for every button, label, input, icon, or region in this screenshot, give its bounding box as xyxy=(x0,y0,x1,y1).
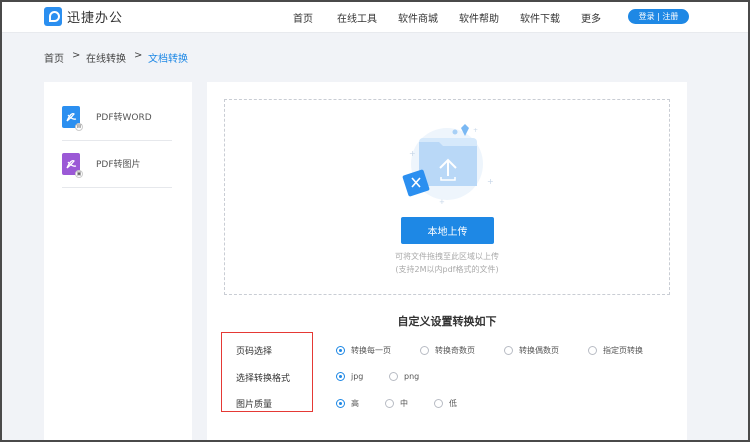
breadcrumb-separator: > xyxy=(134,50,143,61)
radio-label: 高 xyxy=(351,399,359,408)
radio-label: 低 xyxy=(449,399,457,408)
breadcrumb-home[interactable]: 首页 xyxy=(44,50,64,65)
breadcrumb-current: 文档转换 xyxy=(148,54,188,65)
breadcrumb-online-convert[interactable]: 在线转换 xyxy=(86,50,126,65)
sidebar-item-label: PDF转图片 xyxy=(96,160,141,170)
word-badge: W xyxy=(75,122,83,131)
radio-quality-medium[interactable]: 中 xyxy=(385,398,408,409)
radio-quality-high[interactable]: 高 xyxy=(336,398,359,409)
radio-label: jpg xyxy=(351,372,364,381)
radio-label: 转换奇数页 xyxy=(435,346,475,355)
nav-more[interactable]: 更多 xyxy=(581,10,601,25)
radio-label: 指定页转换 xyxy=(603,346,643,355)
top-header: 迅捷办公 首页 在线工具 软件商城 软件帮助 软件下载 更多 登录 | 注册 xyxy=(0,0,750,33)
radio-odd-pages[interactable]: 转换奇数页 xyxy=(420,345,475,356)
nav-online-tools[interactable]: 在线工具 xyxy=(337,10,377,25)
file-size-hint-text: (支持2M以内pdf格式的文件) xyxy=(395,265,499,274)
radio-jpg[interactable]: jpg xyxy=(336,372,363,381)
radio-unchecked-icon xyxy=(588,346,597,355)
drag-hint-text: 可将文件拖拽至此区域以上传 xyxy=(395,252,499,261)
radio-every-page[interactable]: 转换每一页 xyxy=(336,345,391,356)
logo-icon xyxy=(44,7,62,26)
nav-software-help[interactable]: 软件帮助 xyxy=(459,10,499,25)
sidebar-item-pdf-to-word[interactable]: W PDF转WORD xyxy=(62,94,172,139)
sidebar-divider xyxy=(62,187,172,188)
radio-quality-low[interactable]: 低 xyxy=(434,398,457,409)
format-selection-label: 选择转换格式 xyxy=(236,374,291,384)
svg-text:+: + xyxy=(473,127,478,134)
radio-unchecked-icon xyxy=(389,372,398,381)
radio-checked-icon xyxy=(336,346,345,355)
radio-even-pages[interactable]: 转换偶数页 xyxy=(504,345,559,356)
image-quality-label: 图片质量 xyxy=(236,400,273,410)
image-badge: ▣ xyxy=(75,169,83,178)
radio-unchecked-icon xyxy=(504,346,513,355)
svg-text:+: + xyxy=(487,177,494,186)
svg-text:+: + xyxy=(409,149,416,158)
radio-checked-icon xyxy=(336,372,345,381)
sidebar-item-label: PDF转WORD xyxy=(96,113,152,123)
pdf-word-icon: W xyxy=(62,105,83,131)
radio-checked-icon xyxy=(336,399,345,408)
radio-specific-pages[interactable]: 指定页转换 xyxy=(588,345,643,356)
sidebar-item-pdf-to-image[interactable]: ▣ PDF转图片 xyxy=(62,141,172,186)
brand-name: 迅捷办公 xyxy=(67,11,124,26)
login-register-button[interactable]: 登录 | 注册 xyxy=(628,9,689,24)
brand-logo[interactable]: 迅捷办公 xyxy=(44,7,123,26)
nav-software-store[interactable]: 软件商城 xyxy=(398,10,438,25)
radio-label: 转换偶数页 xyxy=(519,346,559,355)
radio-unchecked-icon xyxy=(420,346,429,355)
radio-png[interactable]: png xyxy=(389,372,419,381)
radio-label: 转换每一页 xyxy=(351,346,391,355)
radio-unchecked-icon xyxy=(385,399,394,408)
settings-title: 自定义设置转换如下 xyxy=(397,315,497,328)
pdf-image-icon: ▣ xyxy=(62,152,83,178)
breadcrumb-separator: > xyxy=(72,50,81,61)
radio-label: png xyxy=(404,372,420,381)
radio-unchecked-icon xyxy=(434,399,443,408)
nav-software-download[interactable]: 软件下载 xyxy=(520,10,560,25)
svg-text:+: + xyxy=(439,198,445,206)
upload-illustration-icon: + + + + xyxy=(402,124,494,206)
page-selection-label: 页码选择 xyxy=(236,347,273,357)
nav-home[interactable]: 首页 xyxy=(293,10,313,25)
local-upload-button[interactable]: 本地上传 xyxy=(401,217,494,244)
radio-label: 中 xyxy=(400,399,408,408)
